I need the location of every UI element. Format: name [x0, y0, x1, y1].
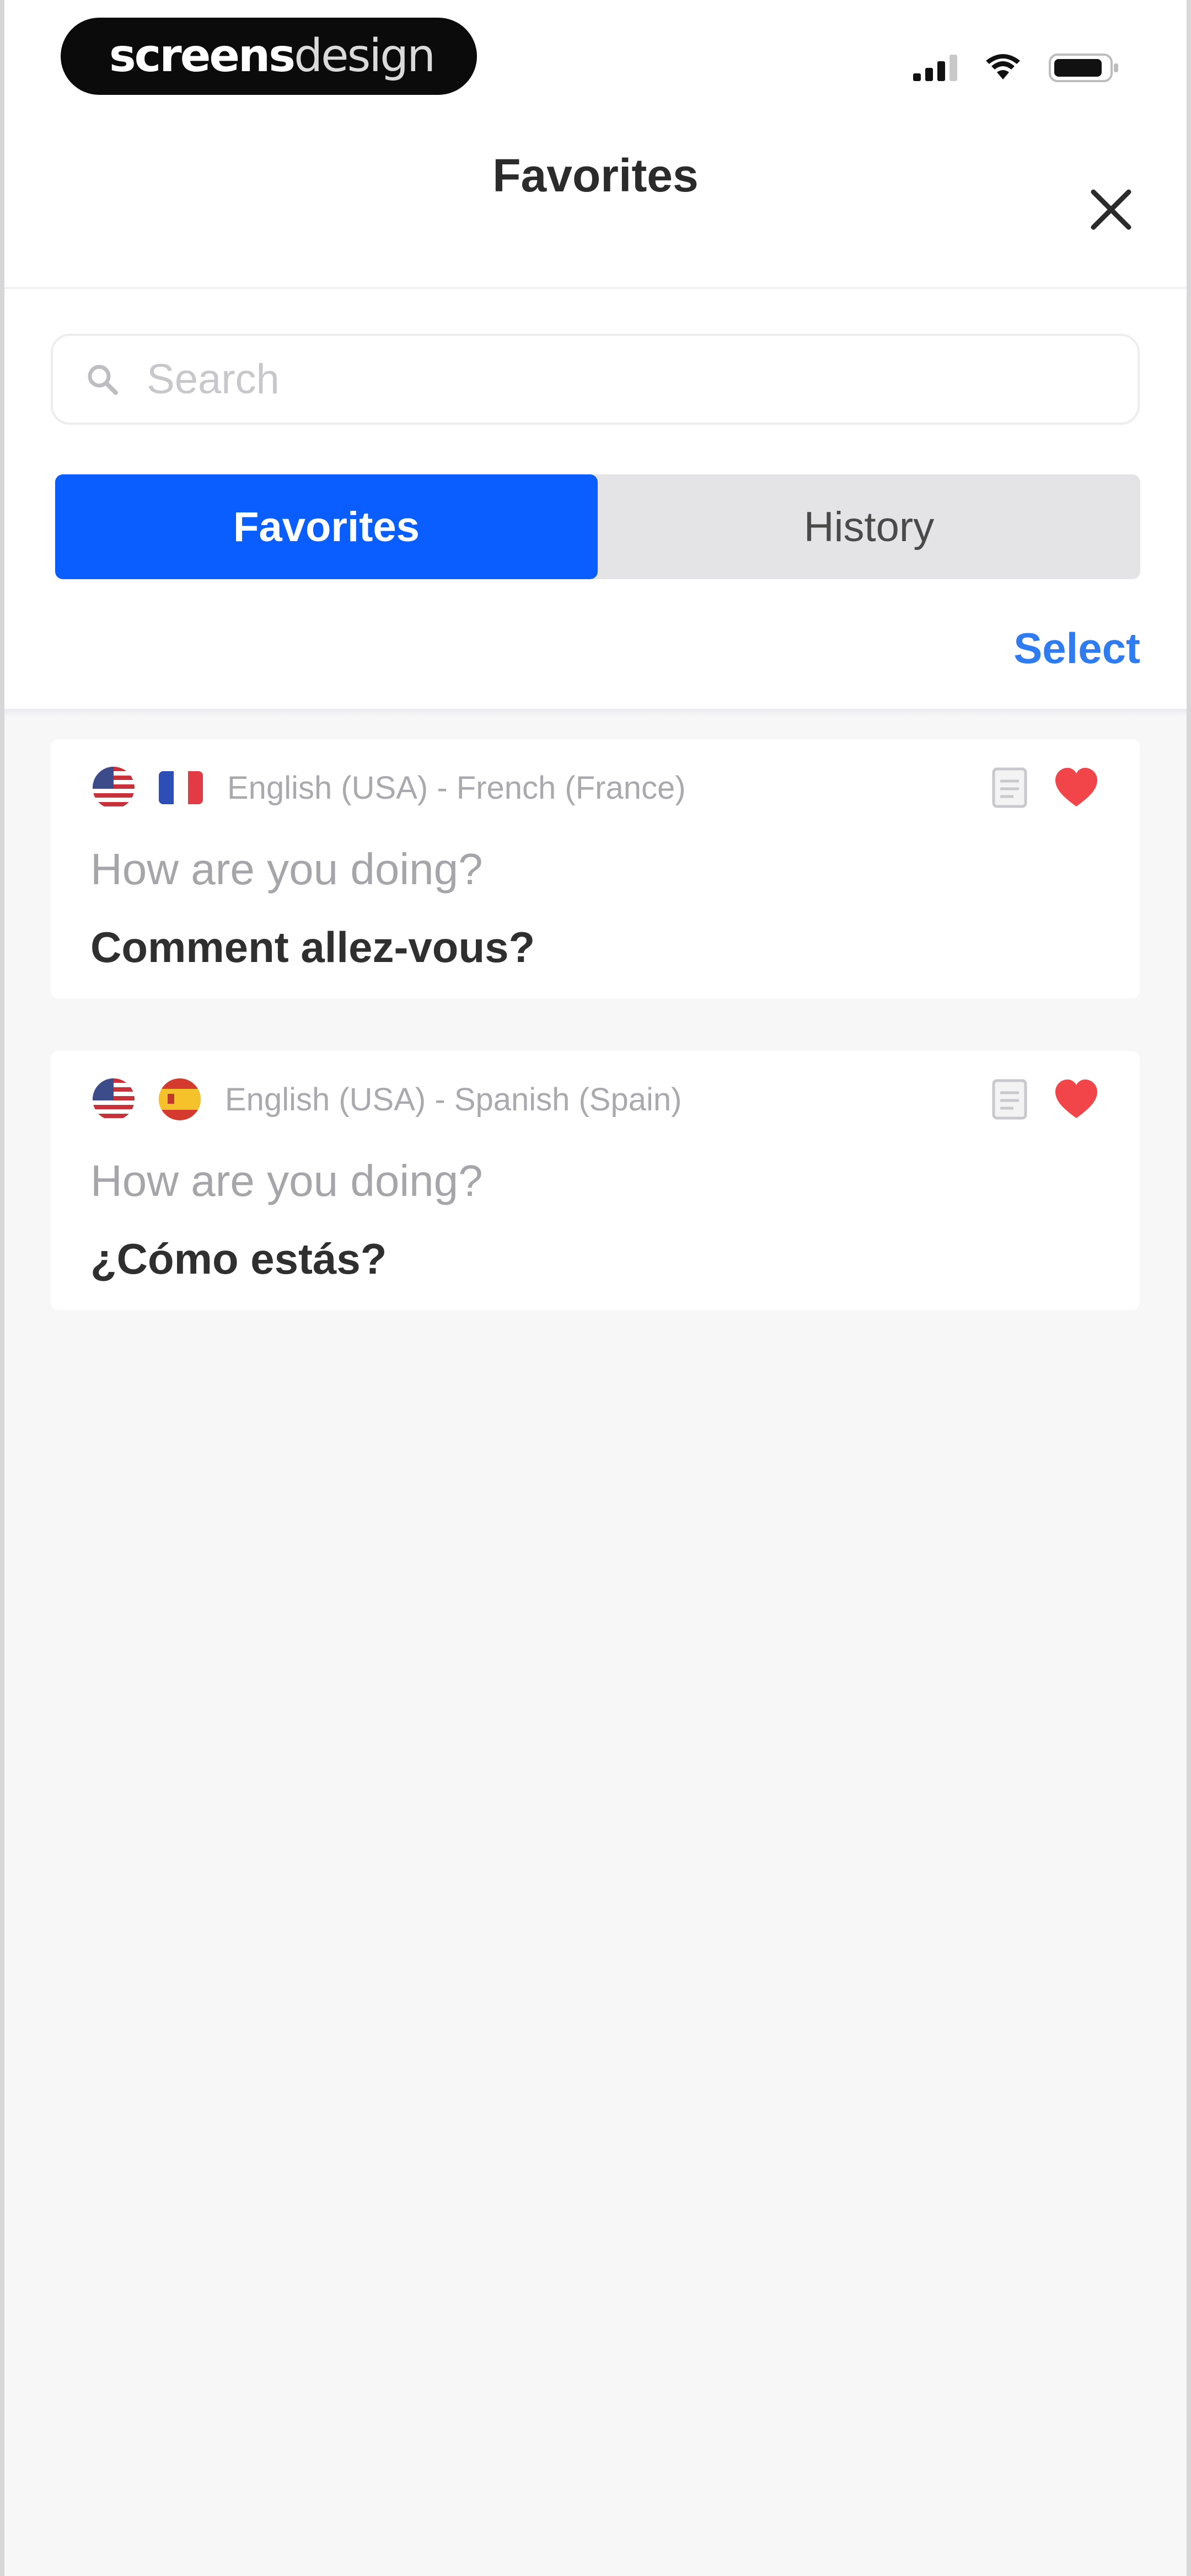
copy-icon[interactable] — [988, 1077, 1032, 1121]
watermark-logo: screensdesign — [61, 18, 477, 95]
search-input[interactable] — [146, 355, 1083, 404]
language-pair-label: English (USA) - Spanish (Spain) — [225, 1081, 682, 1118]
es-flag-icon — [159, 1078, 201, 1120]
nav-divider — [0, 287, 1191, 289]
card-header: English (USA) - Spanish (Spain) — [93, 1073, 682, 1126]
status-icons — [913, 49, 1120, 87]
fr-flag-icon — [159, 771, 203, 804]
watermark-bold: screens — [109, 30, 296, 82]
cellular-signal-icon — [913, 55, 957, 81]
wifi-icon — [986, 54, 1020, 79]
favorite-card[interactable]: English (USA) - Spanish (Spain) How are … — [51, 1051, 1140, 1310]
tab-history[interactable]: History — [598, 474, 1140, 579]
close-button[interactable] — [1081, 179, 1141, 240]
device-edge-left — [0, 0, 4, 2576]
search-icon — [88, 365, 118, 395]
tab-switcher: Favorites History — [55, 474, 1140, 579]
select-button[interactable]: Select — [1013, 623, 1140, 674]
card-header: English (USA) - French (France) — [93, 761, 686, 814]
favorite-card[interactable]: English (USA) - French (France) How are … — [51, 739, 1140, 998]
battery-icon — [1049, 54, 1118, 82]
copy-icon[interactable] — [988, 766, 1032, 810]
language-pair-label: English (USA) - French (France) — [227, 769, 686, 806]
search-bar[interactable] — [51, 334, 1140, 425]
header-divider — [0, 709, 1191, 718]
translated-text: ¿Cómo estás? — [90, 1234, 387, 1283]
favorites-screen: screensdesign Favorites Search Favorites… — [0, 0, 1191, 2576]
page-title: Favorites — [492, 149, 699, 201]
us-flag-icon — [93, 1078, 135, 1120]
source-text: How are you doing? — [90, 845, 483, 894]
watermark-light: design — [294, 30, 436, 82]
translated-text: Comment allez-vous? — [90, 923, 535, 971]
tab-favorites[interactable]: Favorites — [55, 474, 598, 579]
device-edge-right — [1187, 0, 1191, 2576]
heart-icon[interactable] — [1053, 766, 1099, 810]
us-flag-icon — [93, 767, 135, 809]
source-text: How are you doing? — [90, 1156, 483, 1205]
close-icon — [1091, 189, 1131, 230]
heart-icon[interactable] — [1053, 1077, 1099, 1121]
